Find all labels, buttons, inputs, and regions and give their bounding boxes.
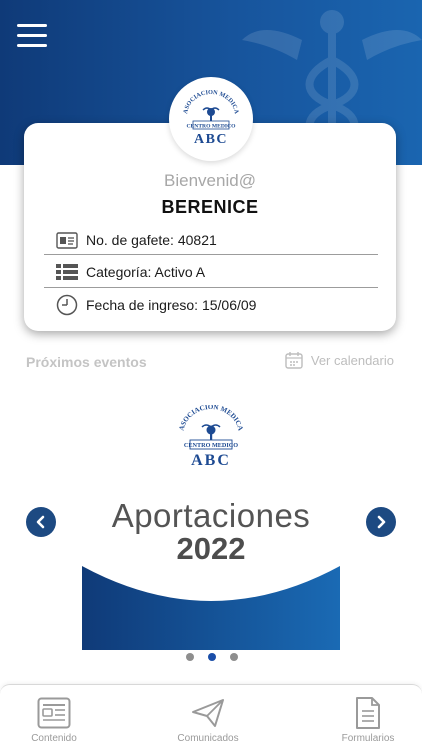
slide-year[interactable]: 2022 <box>82 531 340 567</box>
chevron-right-icon <box>377 515 386 529</box>
clock-icon <box>54 292 80 318</box>
nav-label-comunicados: Comunicados <box>177 733 239 744</box>
divider <box>44 287 378 288</box>
carousel-dot-active[interactable] <box>208 653 216 661</box>
events-title: Próximos eventos <box>26 354 147 370</box>
carousel-dot[interactable] <box>186 653 194 661</box>
carousel-next-button[interactable] <box>366 507 396 537</box>
svg-text:CENTRO MEDICO: CENTRO MEDICO <box>187 123 237 129</box>
svg-text:ABC: ABC <box>194 132 228 147</box>
nav-label-formularios: Formularios <box>341 733 395 744</box>
nav-item-contenido[interactable]: Contenido <box>4 695 104 744</box>
greeting-text: Bienvenid@ <box>164 171 256 190</box>
paper-plane-icon <box>158 695 258 731</box>
events-section-header: Próximos eventos Ver calendario <box>0 350 422 376</box>
carousel-dot[interactable] <box>230 653 238 661</box>
carousel-prev-button[interactable] <box>26 507 56 537</box>
user-name: BERENICE <box>161 197 259 217</box>
abc-logo: ASOCIACION MEDICA CENTRO MEDICO ABC <box>177 405 244 469</box>
start-date-row: Fecha de ingreso: 15/06/09 <box>44 289 378 321</box>
newspaper-icon <box>4 695 104 731</box>
nav-label-contenido: Contenido <box>31 733 77 744</box>
nav-item-comunicados[interactable]: Comunicados <box>158 695 258 744</box>
svg-text:ABC: ABC <box>191 452 231 469</box>
calendar-icon <box>285 352 303 369</box>
badge-number-row: No. de gafete: 40821 <box>44 224 378 256</box>
start-date-text: Fecha de ingreso: 15/06/09 <box>86 297 257 313</box>
list-icon <box>54 259 80 285</box>
document-icon <box>318 695 418 731</box>
divider <box>44 254 378 255</box>
nav-item-formularios[interactable]: Formularios <box>318 695 418 744</box>
svg-text:CENTRO MEDICO: CENTRO MEDICO <box>184 442 238 449</box>
abc-logo-badge: ASOCIACION MEDICA CENTRO MEDICO ABC <box>169 77 253 161</box>
carousel-pagination <box>186 653 238 663</box>
id-card-icon <box>54 227 80 253</box>
slide-banner-graphic[interactable] <box>82 566 340 650</box>
chevron-left-icon <box>36 515 45 529</box>
bottom-nav: Contenido Comunicados Formularios <box>0 684 422 751</box>
abc-logo: ASOCIACION MEDICA CENTRO MEDICO ABC <box>182 90 240 147</box>
slide-title[interactable]: Aportaciones <box>82 497 340 535</box>
badge-number-text: No. de gafete: 40821 <box>86 232 217 248</box>
category-row: Categoría: Activo A <box>44 256 378 288</box>
view-calendar-link[interactable]: Ver calendario <box>285 351 394 369</box>
view-calendar-text: Ver calendario <box>310 352 394 368</box>
category-text: Categoría: Activo A <box>86 264 206 280</box>
hamburger-menu-icon[interactable] <box>16 20 48 52</box>
